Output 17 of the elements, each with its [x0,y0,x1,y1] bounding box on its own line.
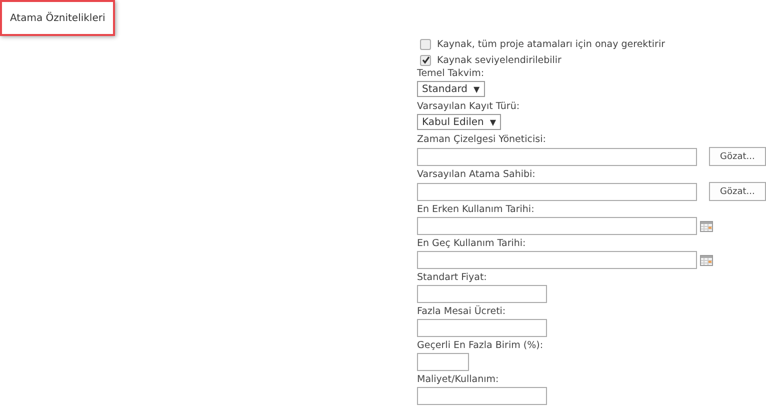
field-label: Fazla Mesai Ücreti: [417,306,506,318]
dropdown[interactable]: Standard ▼ [417,81,485,97]
field-label: Maliyet/Kullanım: [417,374,499,386]
checkbox-label: Kaynak, tüm proje atamaları için onay gerektirir [437,38,665,50]
field-label: En Geç Kullanım Tarihi: [417,238,526,250]
field-label: Zaman Çizelgesi Yöneticisi: [417,134,546,146]
section-tab[interactable]: Atama Öznitelikleri [0,0,116,36]
field-label: Geçerli En Fazla Birim (%): [417,340,544,352]
field-label: Standart Fiyat: [417,272,487,284]
browse-button[interactable]: Gözat... [709,147,766,166]
field-label: En Erken Kullanım Tarihi: [417,204,534,216]
field-label: Varsayılan Atama Sahibi: [417,169,536,181]
field-label: Temel Takvim: [417,68,484,80]
field-label: Varsayılan Kayıt Türü: [417,101,520,113]
browse-button[interactable]: Gözat... [709,182,766,201]
dropdown[interactable]: Kabul Edilen ▼ [417,114,502,130]
checkbox-label: Kaynak seviyelendirilebilir [437,54,562,66]
